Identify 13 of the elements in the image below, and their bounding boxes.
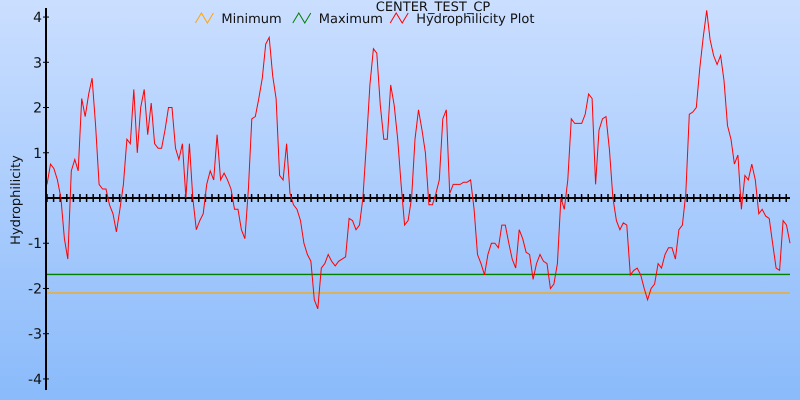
y-tick-label: 3 [33, 55, 42, 72]
y-axis-title: Hydrophilicity [9, 155, 24, 245]
y-tick-label: -3 [28, 326, 42, 343]
y-tick-label: 2 [33, 100, 42, 117]
legend-label: Minimum [221, 12, 282, 27]
y-tick-label: -1 [28, 236, 42, 252]
legend-label: Hydrophilicity Plot [416, 12, 534, 27]
chart-title: CENTER_TEST_CP [376, 0, 490, 15]
y-tick-label: 4 [33, 10, 42, 26]
y-tick-label: -2 [28, 281, 42, 298]
y-tick-label: -4 [28, 372, 42, 388]
legend-label: Maximum [318, 12, 383, 27]
y-tick-label: 1 [33, 146, 42, 162]
